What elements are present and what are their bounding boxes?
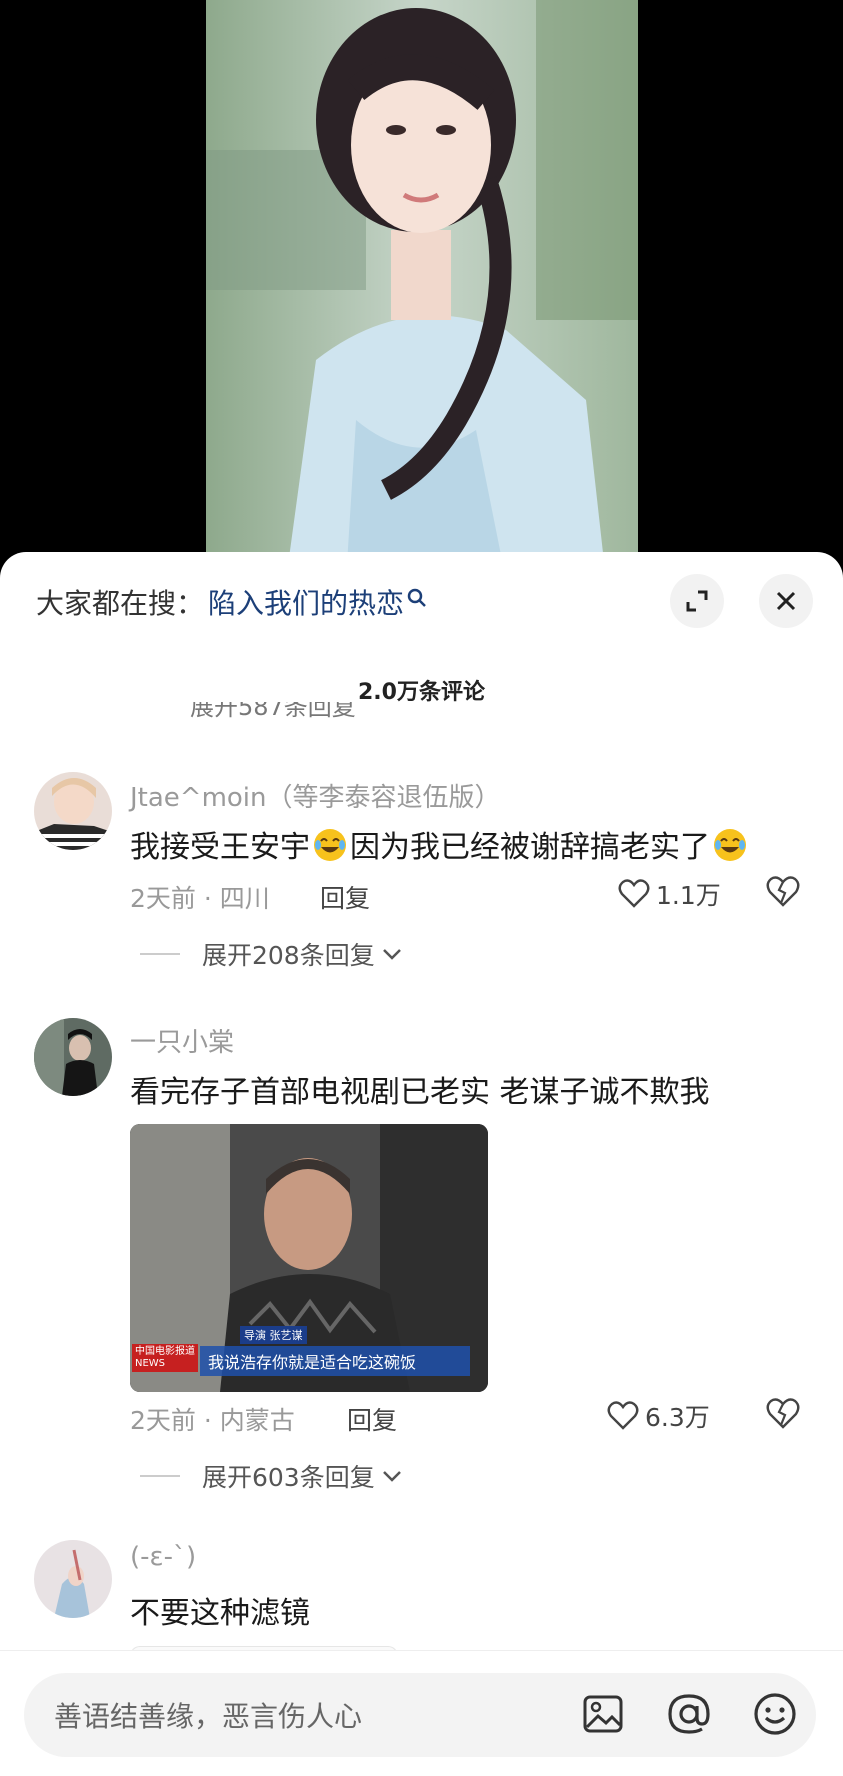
comment-text: 看完存子首部电视剧已老实 老谋子诚不欺我: [130, 1075, 710, 1110]
comment-input-placeholder: 善语结善缘，恶言伤人心: [54, 1700, 363, 1733]
dislike-button[interactable]: [766, 876, 800, 912]
comment-text-part: 我接受王安宇: [130, 830, 310, 865]
comment-time-location: 2天前 · 内蒙古: [130, 1406, 295, 1435]
laugh-cry-emoji: [712, 827, 748, 863]
emoji-icon: [754, 1693, 796, 1735]
mention-button[interactable]: [664, 1689, 714, 1739]
broken-heart-icon: [766, 1398, 800, 1429]
expand-replies-button[interactable]: 展开208条回复: [140, 936, 403, 972]
trending-search-term[interactable]: 陷入我们的热恋: [208, 582, 404, 622]
comment-text-part: 因为我已经被谢辞搞老实了: [350, 830, 710, 865]
laugh-cry-emoji: [312, 827, 348, 863]
divider: [140, 953, 180, 955]
image-icon: [583, 1695, 623, 1733]
trending-search-label: 大家都在搜：: [36, 587, 205, 620]
divider: [140, 1475, 180, 1477]
username[interactable]: (-ε-`): [130, 1542, 196, 1572]
image-subtitle: 我说浩存你就是适合吃这碗饭: [200, 1346, 470, 1376]
heart-icon: [618, 879, 650, 908]
comment-image[interactable]: 导演 张艺谋 中国电影报道 NEWS 我说浩存你就是适合吃这碗饭: [130, 1124, 488, 1392]
broken-heart-icon: [766, 876, 800, 907]
comment-text: 我接受王安宇 因为我已经被谢辞搞老实了: [130, 822, 750, 866]
previous-expand-replies[interactable]: 展开587条回复: [190, 702, 356, 720]
username[interactable]: Jtae^moin（等李泰容退伍版）: [130, 777, 501, 814]
avatar[interactable]: [34, 772, 112, 850]
like-button[interactable]: 1.1万: [618, 876, 721, 912]
portrait-photo: [206, 0, 638, 580]
emoji-button[interactable]: [750, 1689, 800, 1739]
trending-search[interactable]: 大家都在搜： 陷入我们的热恋: [36, 576, 428, 628]
at-icon: [668, 1694, 710, 1734]
like-count: 6.3万: [645, 1403, 710, 1432]
comment-count: 2.0万条评论: [358, 680, 485, 705]
image-logo: 中国电影报道 NEWS: [132, 1344, 198, 1372]
image-caption-name: 导演 张艺谋: [240, 1326, 307, 1344]
video-area[interactable]: [0, 0, 843, 580]
expand-sheet-button[interactable]: [670, 574, 724, 628]
comment-input-bar: 善语结善缘，恶言伤人心: [0, 1650, 843, 1776]
image-button[interactable]: [578, 1689, 628, 1739]
comment-sheet: 大家都在搜： 陷入我们的热恋 2.0万条评论 展开587条回复 Jtae^moi…: [0, 552, 843, 1776]
chevron-down-icon: [382, 1471, 401, 1482]
avatar[interactable]: [34, 1018, 112, 1096]
expand-replies-label: 展开603条回复: [202, 1463, 375, 1492]
close-button[interactable]: [759, 574, 813, 628]
video-frame[interactable]: [206, 0, 638, 580]
heart-icon: [607, 1401, 639, 1430]
comment-text: 不要这种滤镜: [130, 1596, 310, 1631]
dislike-button[interactable]: [766, 1398, 800, 1434]
expand-replies-button[interactable]: 展开603条回复: [140, 1458, 403, 1494]
reply-button[interactable]: 回复: [347, 1401, 397, 1437]
avatar[interactable]: [34, 1540, 112, 1618]
comment-time-location: 2天前 · 四川: [130, 884, 270, 913]
chevron-down-icon: [382, 949, 401, 960]
close-icon: [776, 591, 796, 611]
reply-button[interactable]: 回复: [320, 879, 370, 915]
expand-replies-label: 展开208条回复: [202, 941, 375, 970]
search-icon: [406, 583, 428, 607]
like-count: 1.1万: [656, 881, 721, 910]
username[interactable]: 一只小棠: [130, 1022, 234, 1059]
expand-icon: [686, 590, 708, 612]
like-button[interactable]: 6.3万: [607, 1398, 710, 1434]
